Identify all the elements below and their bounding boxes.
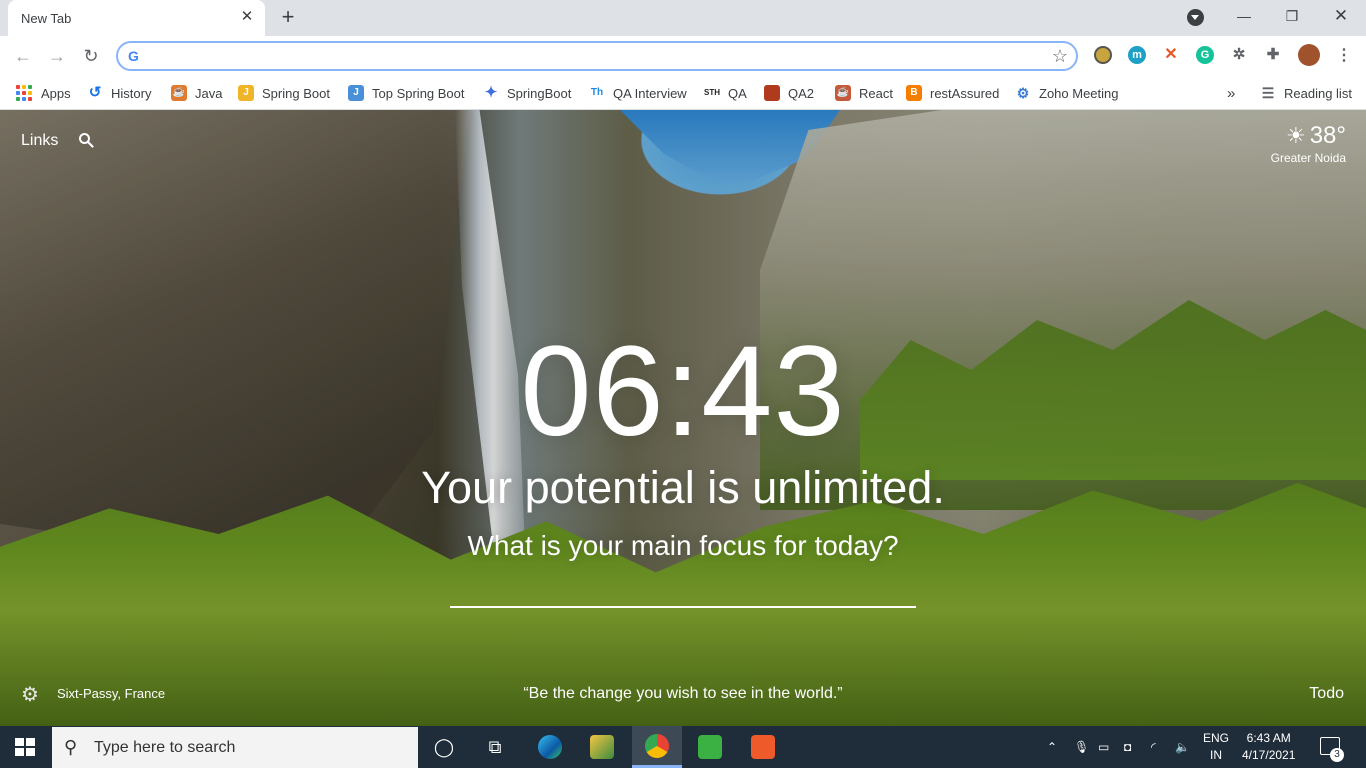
j-icon: J (348, 85, 364, 101)
springboot-icon: ✦ (484, 84, 498, 101)
google-g-icon: G (128, 48, 139, 64)
back-arrow-icon[interactable]: ← (12, 45, 34, 67)
wifi-icon[interactable]: ◜ (1151, 726, 1156, 768)
volume-icon[interactable]: 🔈 (1175, 726, 1190, 768)
apps-grid-icon (16, 85, 32, 101)
bookmarks-bar: Apps ↺ History ☕ Java J Spring Boot J To… (0, 76, 1366, 110)
profile-avatar[interactable] (1298, 44, 1320, 66)
microphone-icon[interactable]: 🎙 (1074, 726, 1089, 768)
new-tab-page: Links ☀ 38° Greater Noida 06:43 Your pote… (0, 110, 1366, 726)
tab-strip: New Tab ✕ + — ❐ ✕ (0, 0, 1366, 36)
windows-taskbar: ⚲ Type here to search ◯ ⧉ ⌃ 🎙 ▭ ◘ ◜ 🔈 EN… (0, 726, 1366, 768)
bookmark-top-spring-boot[interactable]: J Top Spring Boot (348, 82, 465, 104)
extension-m-icon[interactable]: m (1128, 46, 1146, 64)
close-window-icon[interactable]: ✕ (1326, 4, 1356, 28)
taskbar-search-icon: ⚲ (64, 737, 78, 757)
todo-button[interactable]: Todo (1309, 685, 1344, 703)
history-icon: ↺ (88, 84, 102, 101)
address-input[interactable] (152, 47, 1032, 65)
restore-window-icon[interactable]: ❐ (1277, 4, 1307, 28)
more-bookmarks-chevron-icon[interactable]: » (1227, 82, 1235, 104)
react-icon: ☕ (835, 85, 851, 101)
bookmark-spring-boot[interactable]: J Spring Boot (238, 82, 330, 104)
weather-haze-icon: ☀ (1285, 123, 1306, 148)
mantra-text: Your potential is unlimited. (421, 462, 945, 513)
grammarly-icon[interactable]: G (1196, 46, 1214, 64)
forward-arrow-icon[interactable]: → (46, 45, 68, 67)
show-hidden-icons-icon[interactable]: ⌃ (1047, 726, 1057, 768)
input-language[interactable]: ENG IN (1203, 730, 1229, 764)
browser-toolbar: ← → ↻ G ☆ m ✕ G ✲ ✚ ⋮ (0, 36, 1366, 76)
bookmark-restassured[interactable]: B restAssured (906, 82, 999, 104)
edge-browser-icon[interactable] (526, 726, 574, 768)
battery-icon[interactable]: ▭ (1098, 726, 1109, 768)
taskbar-search-placeholder: Type here to search (94, 739, 236, 756)
zoho-icon: ⚙ (1016, 85, 1030, 101)
bookmark-react[interactable]: ☕ React (835, 82, 893, 104)
qa2-icon (764, 85, 780, 101)
close-tab-icon[interactable]: ✕ (239, 9, 255, 25)
task-view-icon[interactable]: ⧉ (471, 726, 519, 768)
camtasia-orange-icon[interactable] (739, 726, 787, 768)
search-icon[interactable] (78, 132, 94, 148)
bookmark-qa[interactable]: STH QA (704, 82, 747, 104)
focus-question: What is your main focus for today? (467, 530, 899, 561)
browser-menu-icon[interactable]: ⋮ (1336, 45, 1352, 65)
notification-count-badge: 3 (1330, 748, 1344, 762)
address-bar[interactable]: G ☆ (116, 41, 1078, 71)
reading-list-button[interactable]: ☰ Reading list (1260, 82, 1352, 104)
camtasia-green-icon[interactable] (686, 726, 734, 768)
links-button[interactable]: Links (21, 132, 58, 150)
qa-interview-icon: Th (590, 87, 604, 98)
weather-temperature: 38° (1309, 122, 1346, 149)
bookmark-java[interactable]: ☕ Java (171, 82, 222, 104)
taskbar-clock[interactable]: 6:43 AM 4/17/2021 (1242, 730, 1295, 764)
spring-boot-icon: J (238, 85, 254, 101)
extension-x-icon[interactable]: ✕ (1162, 46, 1180, 64)
minimize-window-icon[interactable]: — (1229, 4, 1259, 28)
windows-start-icon[interactable] (15, 738, 35, 756)
tab-title: New Tab (21, 11, 72, 26)
bookmark-star-icon[interactable]: ☆ (1052, 46, 1068, 67)
bookmark-apps[interactable]: Apps (16, 82, 71, 104)
weather-location: Greater Noida (1270, 151, 1346, 165)
tab-new-tab[interactable]: New Tab ✕ (8, 0, 265, 36)
qa-icon: STH (704, 88, 720, 97)
camera-icon[interactable]: ◘ (1124, 726, 1131, 768)
extensions-puzzle-icon[interactable]: ✚ (1264, 46, 1282, 64)
chrome-browser-icon[interactable] (632, 726, 682, 768)
cortana-circle-icon[interactable]: ◯ (420, 726, 468, 768)
reading-list-icon: ☰ (1261, 85, 1275, 101)
bookmark-qa2[interactable]: QA2 (764, 82, 814, 104)
bookmark-history[interactable]: ↺ History (87, 82, 152, 104)
reload-icon[interactable]: ↻ (80, 45, 102, 67)
taskbar-search-box[interactable]: ⚲ Type here to search (52, 727, 418, 768)
tab-search-icon[interactable] (1187, 9, 1204, 26)
extension-shield-icon[interactable] (1094, 46, 1112, 64)
daily-quote: “Be the change you wish to see in the wo… (523, 685, 843, 702)
blogger-icon: B (906, 85, 922, 101)
new-tab-plus-icon[interactable]: + (278, 6, 298, 28)
photo-app-icon[interactable] (578, 726, 626, 768)
focus-input[interactable] (450, 572, 916, 608)
weather-widget[interactable]: ☀ 38° Greater Noida (1271, 122, 1346, 165)
bookmark-zoho-meeting[interactable]: ⚙ Zoho Meeting (1015, 82, 1119, 104)
extension-bug-icon[interactable]: ✲ (1230, 46, 1248, 64)
bookmark-qa-interview[interactable]: Th QA Interview (589, 82, 687, 104)
clock-time: 06:43 (520, 320, 846, 463)
bookmark-springboot[interactable]: ✦ SpringBoot (483, 82, 572, 104)
java-icon: ☕ (171, 85, 187, 101)
